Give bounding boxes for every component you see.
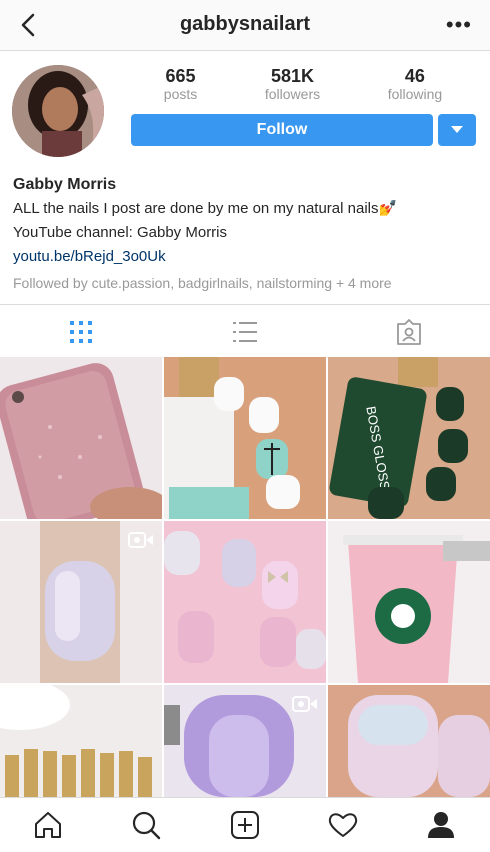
grid-post-5[interactable] — [164, 521, 326, 683]
stat-posts[interactable]: 665 posts — [164, 66, 197, 102]
home-icon[interactable] — [33, 810, 63, 840]
grid-icon[interactable] — [68, 319, 94, 345]
follow-button[interactable]: Follow — [131, 114, 433, 146]
following-label: following — [387, 86, 443, 102]
more-horizontal-icon[interactable]: ••• — [446, 12, 472, 38]
bio-link[interactable]: youtu.be/bRejd_3o0Uk — [13, 245, 478, 269]
page-title: gabbysnailart — [179, 13, 311, 35]
grid-post-4[interactable] — [0, 521, 162, 683]
profile-tabs — [0, 304, 490, 358]
bio-line-1: ALL the nails I post are done by me on m… — [13, 200, 398, 217]
profile-icon[interactable] — [426, 810, 456, 840]
avatar — [12, 65, 104, 157]
stat-followers[interactable]: 581K followers — [265, 66, 320, 102]
search-icon[interactable] — [131, 810, 161, 840]
add-post-icon[interactable] — [230, 810, 260, 840]
grid-post-9[interactable] — [328, 685, 490, 797]
profile-name: Gabby Morris — [13, 176, 117, 193]
grid-post-3[interactable]: BOSS GLOSS — [328, 357, 490, 519]
grid-post-8[interactable] — [164, 685, 326, 797]
following-count: 46 — [404, 66, 425, 86]
followers-label: followers — [264, 86, 321, 102]
posts-label: posts — [163, 86, 198, 102]
profile-stats: 665 posts 581K followers 46 following — [130, 66, 476, 102]
video-camera-icon — [292, 696, 317, 712]
top-bar: gabbysnailart ••• — [0, 0, 490, 51]
bottom-nav — [0, 797, 490, 852]
grid-post-2[interactable] — [164, 357, 326, 519]
grid-post-6[interactable] — [328, 521, 490, 683]
stat-following[interactable]: 46 following — [388, 66, 442, 102]
photo-grid: BOSS GLOSS — [0, 357, 490, 797]
followed-by-text[interactable]: Followed by cute.passion, badgirlnails, … — [13, 271, 478, 295]
posts-count: 665 — [165, 66, 196, 86]
suggestions-dropdown-button[interactable] — [438, 114, 476, 146]
heart-icon[interactable] — [328, 810, 358, 840]
grid-post-1[interactable] — [0, 357, 162, 519]
chevron-down-icon — [451, 126, 463, 133]
grid-post-7[interactable] — [0, 685, 162, 797]
list-icon[interactable] — [232, 319, 258, 345]
video-camera-icon — [128, 532, 153, 548]
bio-line-2: YouTube channel: Gabby Morris — [13, 224, 228, 241]
followers-count: 581K — [270, 66, 314, 86]
bio: Gabby Morris ALL the nails I post are do… — [13, 173, 478, 295]
tagged-icon[interactable] — [396, 319, 422, 345]
